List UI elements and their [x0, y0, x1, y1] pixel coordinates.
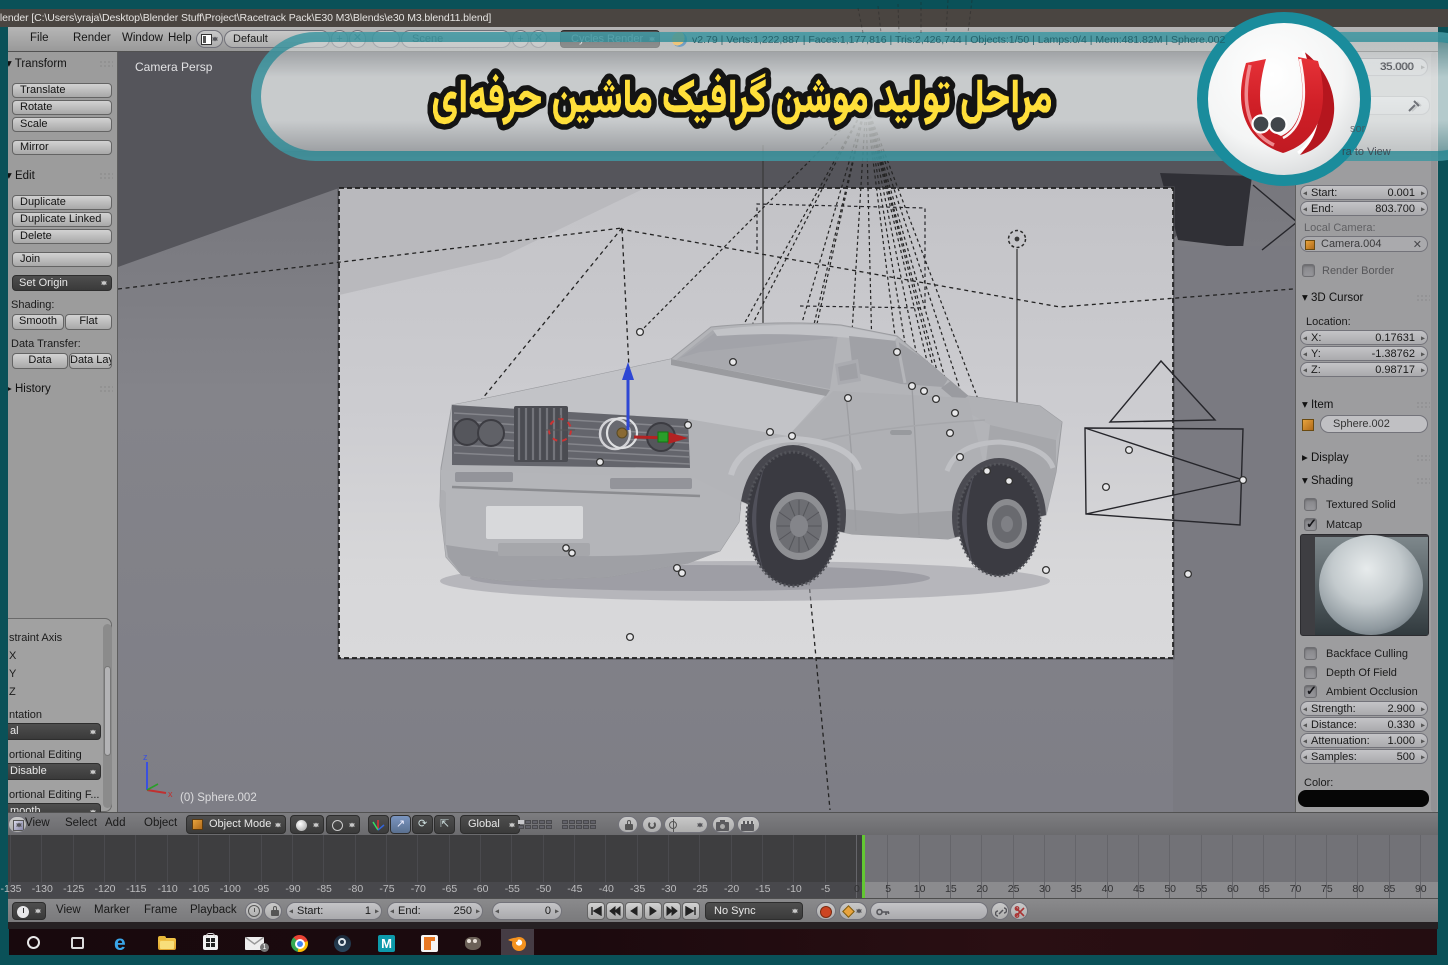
svg-text:x: x: [168, 789, 173, 799]
svg-text:z: z: [143, 752, 148, 762]
svg-text:(0) Sphere.002: (0) Sphere.002: [180, 792, 257, 804]
